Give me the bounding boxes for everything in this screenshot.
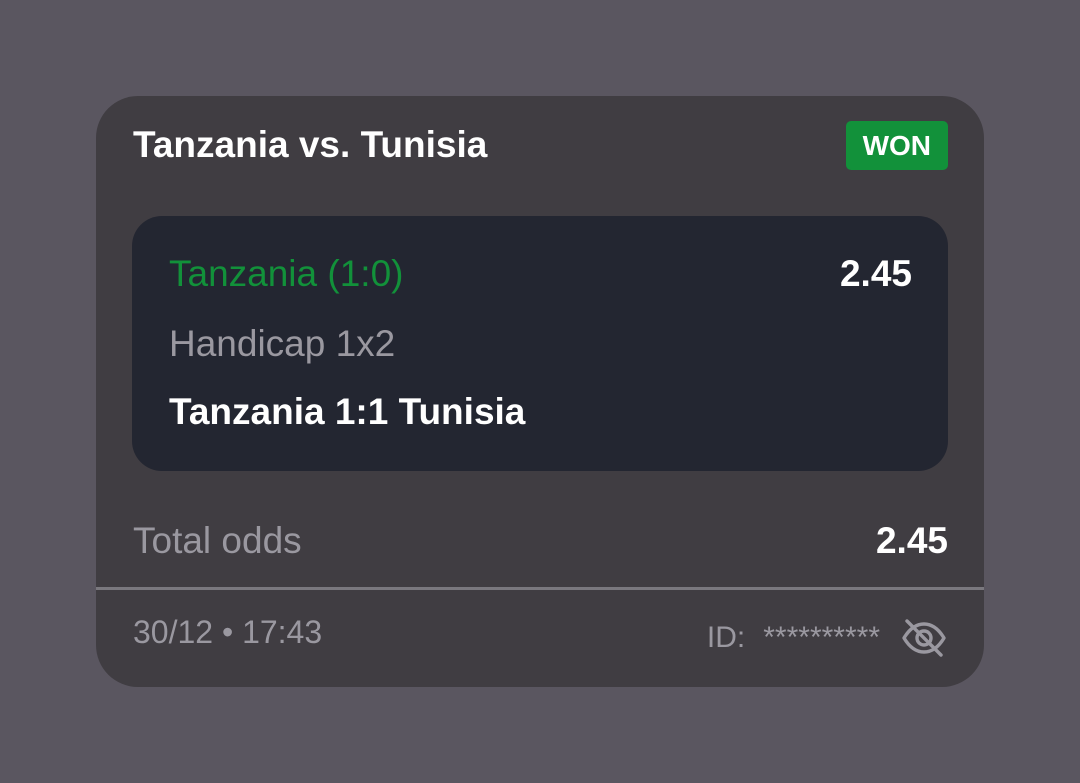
- match-title: Tanzania vs. Tunisia: [133, 124, 488, 165]
- total-odds-label: Total odds: [133, 520, 302, 561]
- eye-off-icon[interactable]: [900, 616, 948, 660]
- bet-card[interactable]: Tanzania vs. Tunisia WON Tanzania (1:0) …: [96, 96, 984, 687]
- selection-odds: 2.45: [839, 253, 912, 294]
- bet-id-group: ID: **********: [707, 616, 948, 660]
- match-result: Tanzania 1:1 Tunisia: [169, 391, 526, 432]
- bet-timestamp: 30/12 • 17:43: [133, 614, 323, 650]
- bet-id-value: **********: [763, 621, 880, 654]
- selection-box: Tanzania (1:0) 2.45 Handicap 1x2 Tanzani…: [132, 216, 948, 471]
- selection-pick: Tanzania (1:0): [169, 253, 404, 294]
- status-badge: WON: [845, 121, 948, 170]
- bet-id-label: ID:: [706, 621, 746, 654]
- total-odds-value: 2.45: [875, 520, 948, 561]
- divider: [96, 587, 984, 590]
- selection-market: Handicap 1x2: [169, 323, 396, 364]
